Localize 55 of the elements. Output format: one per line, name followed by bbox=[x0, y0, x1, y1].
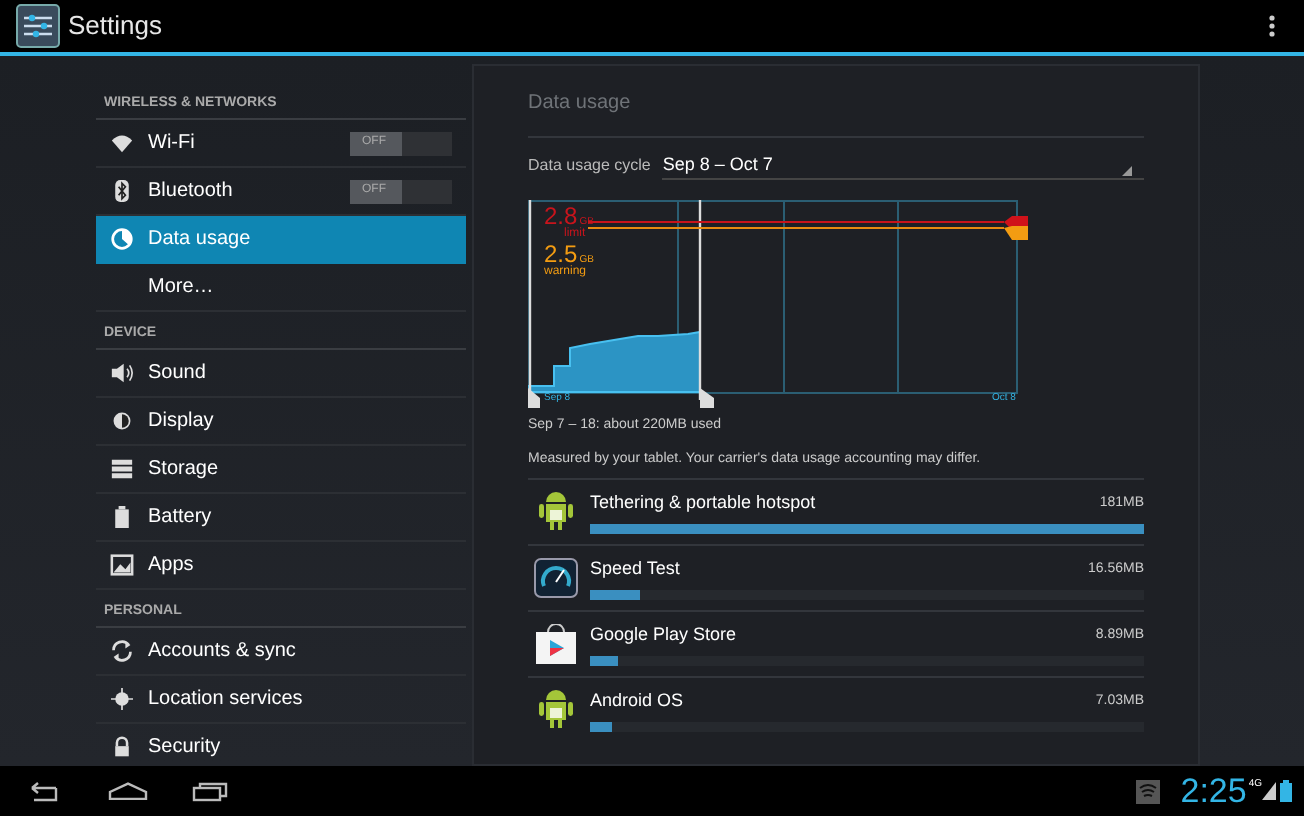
settings-item[interactable]: Apps bbox=[96, 542, 466, 590]
settings-item[interactable]: Battery bbox=[96, 494, 466, 542]
item-label: Accounts & sync bbox=[148, 638, 298, 666]
item-label: Sound bbox=[148, 360, 208, 388]
overflow-menu-icon[interactable] bbox=[1268, 14, 1276, 38]
data-icon bbox=[110, 228, 134, 250]
range-end-handle[interactable] bbox=[698, 200, 714, 408]
display-icon bbox=[110, 410, 134, 432]
apps-icon bbox=[110, 554, 134, 576]
item-label: Apps bbox=[148, 552, 196, 580]
lock-icon bbox=[110, 736, 134, 758]
settings-icon[interactable] bbox=[16, 4, 60, 48]
app-name: Speed Test bbox=[590, 556, 680, 583]
settings-item[interactable]: Storage bbox=[96, 446, 466, 494]
settings-item[interactable]: Display bbox=[96, 398, 466, 446]
dropdown-corner-icon bbox=[1122, 166, 1132, 176]
android-robot-icon bbox=[534, 690, 578, 730]
recent-apps-icon[interactable] bbox=[192, 781, 228, 801]
panel-title: Data usage bbox=[528, 90, 633, 118]
app-title: Settings bbox=[68, 8, 162, 45]
battery-icon bbox=[1280, 780, 1292, 802]
sync-icon bbox=[110, 640, 134, 662]
item-label: More… bbox=[148, 274, 216, 302]
settings-item[interactable]: Location services bbox=[96, 676, 466, 724]
sound-icon bbox=[110, 362, 134, 384]
item-label: Battery bbox=[148, 504, 214, 532]
settings-item[interactable]: Sound bbox=[96, 350, 466, 398]
cycle-label: Data usage cycle bbox=[528, 154, 651, 178]
battery-icon bbox=[110, 506, 134, 528]
item-label: Security bbox=[148, 734, 223, 762]
range-start-handle[interactable] bbox=[528, 200, 540, 408]
settings-item[interactable]: Data usage bbox=[96, 216, 466, 264]
settings-item[interactable]: Accounts & sync bbox=[96, 628, 466, 676]
app-name: Google Play Store bbox=[590, 622, 737, 649]
item-label: Bluetooth bbox=[148, 178, 235, 206]
item-label: Wi-Fi bbox=[148, 130, 197, 158]
wifi-icon bbox=[110, 132, 134, 154]
item-label: Display bbox=[148, 408, 216, 436]
settings-item[interactable]: More… bbox=[96, 264, 466, 312]
signal-icon bbox=[1262, 782, 1276, 800]
item-label: Location services bbox=[148, 686, 305, 714]
android-robot-icon bbox=[534, 492, 578, 532]
item-label: Data usage bbox=[148, 226, 253, 254]
app-name: Android OS bbox=[590, 688, 684, 715]
home-icon[interactable] bbox=[108, 782, 148, 800]
bluetooth-icon bbox=[110, 180, 134, 202]
notification-icon[interactable] bbox=[1136, 779, 1161, 803]
item-label: Storage bbox=[148, 456, 221, 484]
speedometer-icon bbox=[534, 558, 578, 598]
clock-time: 2:25 bbox=[1180, 769, 1247, 814]
storage-icon bbox=[110, 458, 134, 480]
location-icon bbox=[110, 688, 134, 710]
cycle-dropdown[interactable]: Sep 8 – Oct 7 bbox=[662, 152, 1144, 180]
app-name: Tethering & portable hotspot bbox=[590, 490, 816, 517]
shopping-bag-icon bbox=[534, 624, 578, 664]
